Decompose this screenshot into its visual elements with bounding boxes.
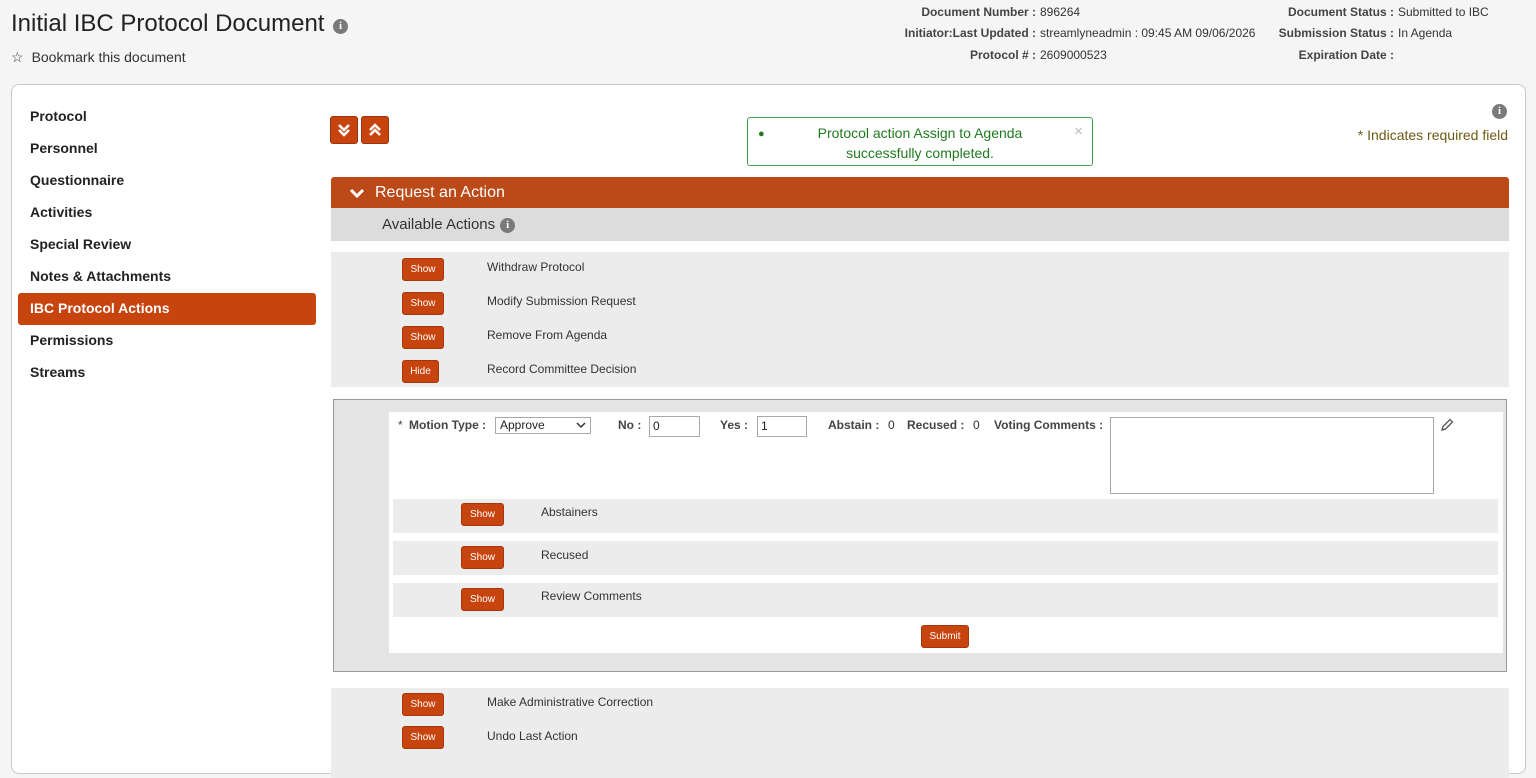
recused-value: 0 (973, 418, 980, 432)
action-label: Withdraw Protocol (487, 260, 585, 274)
initiator-label: Initiator:Last Updated : (904, 26, 1036, 40)
administrative-correction-show-button[interactable]: Show (402, 693, 444, 716)
chevron-down-icon (349, 188, 365, 198)
committee-decision-form: * Motion Type : Approve No : 0 Yes : 1 A… (389, 412, 1503, 653)
no-label: No : (618, 418, 642, 432)
voting-comments-textarea[interactable] (1110, 417, 1434, 494)
recused-row: Show Recused (393, 541, 1498, 575)
submission-status-label: Submission Status : (1278, 26, 1394, 40)
info-icon[interactable]: i (500, 217, 516, 233)
recused-show-button[interactable]: Show (461, 546, 504, 569)
yes-label: Yes : (720, 418, 749, 432)
yes-count-input[interactable]: 1 (757, 416, 807, 437)
committee-decision-panel: * Motion Type : Approve No : 0 Yes : 1 A… (333, 399, 1507, 672)
required-field-note: * Indicates required field (1357, 127, 1508, 143)
sidebar-item-questionnaire[interactable]: Questionnaire (18, 165, 316, 197)
no-count-input[interactable]: 0 (649, 416, 700, 437)
close-icon[interactable]: × (1074, 122, 1083, 142)
subrow-label: Recused (541, 548, 589, 562)
available-actions-label: Available Actions (382, 216, 496, 233)
message-line-1: Protocol action Assign to Agenda (817, 125, 1023, 141)
sidebar-item-personnel[interactable]: Personnel (18, 133, 316, 165)
record-committee-decision-hide-button[interactable]: Hide (402, 360, 439, 383)
sidebar-item-permissions[interactable]: Permissions (18, 325, 316, 357)
initiator-value: streamlyneadmin : 09:45 AM 09/06/2026 (1040, 26, 1256, 40)
bookmark-link[interactable]: ☆ Bookmark this document (11, 49, 186, 66)
review-comments-row: Show Review Comments (393, 583, 1498, 617)
page-title: Initial IBC Protocol Document (11, 10, 325, 37)
expiration-date-row: Expiration Date : (1255, 48, 1398, 62)
section-title: Request an Action (375, 184, 505, 201)
sidebar-item-activities[interactable]: Activities (18, 197, 316, 229)
action-label: Undo Last Action (487, 729, 578, 743)
document-number-label: Document Number : (921, 5, 1036, 19)
message-line-2: successfully completed. (846, 145, 994, 161)
action-label: Modify Submission Request (487, 294, 636, 308)
sidebar-item-notes-attachments[interactable]: Notes & Attachments (18, 261, 316, 293)
double-chevron-down-icon (338, 124, 350, 137)
initiator-row: Initiator:Last Updated : streamlyneadmin … (895, 26, 1256, 40)
undo-last-action-show-button[interactable]: Show (402, 726, 444, 749)
motion-type-select[interactable]: Approve (495, 417, 591, 434)
protocol-number-row: Protocol # : 2609000523 (895, 48, 1107, 62)
modify-submission-show-button[interactable]: Show (402, 292, 444, 315)
motion-type-value: Approve (500, 418, 545, 432)
document-number-value: 896264 (1040, 5, 1081, 19)
required-asterisk: * (398, 418, 403, 432)
abstain-label: Abstain : (828, 418, 880, 432)
remove-from-agenda-show-button[interactable]: Show (402, 326, 444, 349)
motion-type-label: Motion Type : (409, 418, 487, 432)
info-icon[interactable]: i (333, 19, 348, 34)
sidebar-nav: Protocol Personnel Questionnaire Activit… (18, 101, 316, 389)
collapse-all-button[interactable] (361, 116, 389, 144)
action-label: Remove From Agenda (487, 328, 608, 342)
withdraw-protocol-show-button[interactable]: Show (402, 258, 444, 281)
bullet-icon: ● (758, 128, 765, 140)
action-label: Make Administrative Correction (487, 695, 654, 709)
sidebar-item-special-review[interactable]: Special Review (18, 229, 316, 261)
document-status-label: Document Status : (1287, 5, 1394, 19)
review-comments-show-button[interactable]: Show (461, 588, 504, 611)
pencil-icon[interactable] (1439, 417, 1455, 433)
main-panel: Protocol Personnel Questionnaire Activit… (11, 84, 1526, 778)
voting-comments-label: Voting Comments : (994, 418, 1104, 432)
action-label: Record Committee Decision (487, 362, 637, 376)
expiration-date-label: Expiration Date : (1298, 48, 1394, 62)
chevron-down-icon (576, 422, 586, 429)
success-message: ● Protocol action Assign to Agenda succe… (747, 117, 1093, 166)
request-action-header[interactable]: Request an Action (331, 177, 1509, 208)
subrow-label: Abstainers (541, 505, 598, 519)
protocol-number-label: Protocol # : (969, 48, 1036, 62)
submit-button[interactable]: Submit (921, 625, 969, 648)
abstainers-row: Show Abstainers (393, 499, 1498, 533)
subrow-label: Review Comments (541, 589, 642, 603)
protocol-number-value: 2609000523 (1040, 48, 1107, 62)
star-icon: ☆ (11, 49, 24, 65)
submission-status-value: In Agenda (1398, 26, 1453, 40)
abstain-value: 0 (888, 418, 895, 432)
abstainers-show-button[interactable]: Show (461, 503, 504, 526)
recused-label: Recused : (907, 418, 965, 432)
document-status-value: Submitted to IBC (1398, 5, 1489, 19)
bookmark-label: Bookmark this document (31, 49, 186, 65)
double-chevron-up-icon (369, 123, 381, 136)
help-info-icon[interactable]: i (1492, 104, 1507, 119)
document-number-row: Document Number : 896264 (895, 5, 1080, 19)
expand-all-button[interactable] (330, 116, 358, 144)
sidebar-item-protocol[interactable]: Protocol (18, 101, 316, 133)
sidebar-item-streams[interactable]: Streams (18, 357, 316, 389)
submission-status-row: Submission Status : In Agenda (1255, 26, 1452, 40)
document-status-row: Document Status : Submitted to IBC (1255, 5, 1489, 19)
available-actions-header: Available Actions i (331, 208, 1509, 241)
sidebar-item-ibc-protocol-actions[interactable]: IBC Protocol Actions (18, 293, 316, 325)
